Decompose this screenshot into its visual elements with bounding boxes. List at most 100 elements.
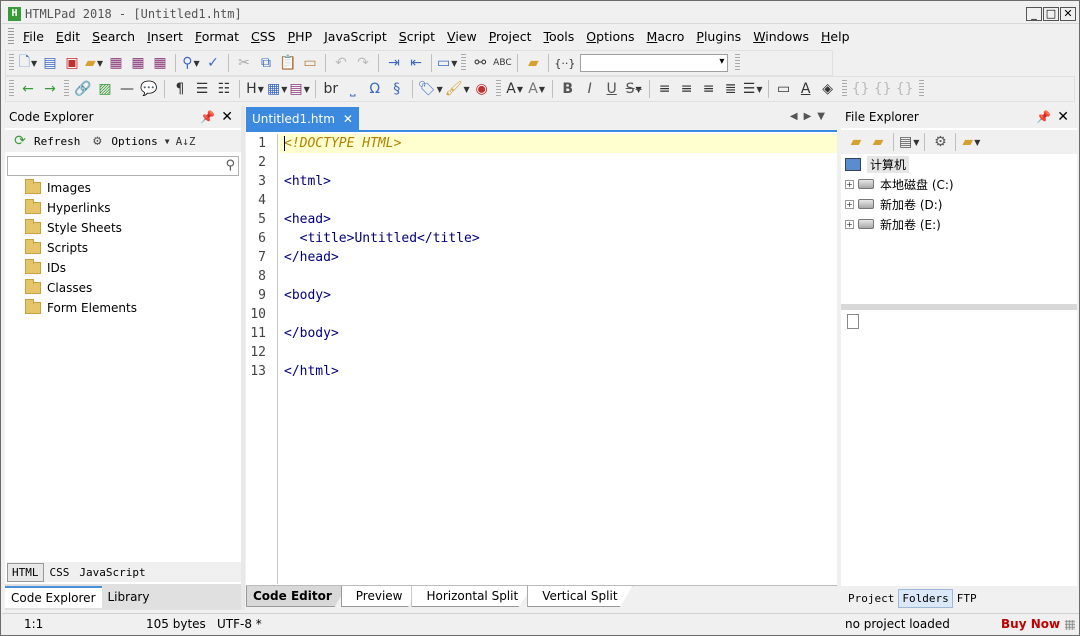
tree-item-ids[interactable]: IDs xyxy=(25,258,137,278)
image-icon[interactable]: ▨ xyxy=(95,78,115,100)
code-line[interactable] xyxy=(279,153,837,172)
window-layout-icon[interactable]: ▭ ▼ xyxy=(437,52,457,74)
tree-item-drive-e[interactable]: + 新加卷 (E:) xyxy=(845,214,1077,234)
align-left-icon[interactable]: ≡ xyxy=(655,78,675,100)
justify-icon[interactable]: ≣ xyxy=(721,78,741,100)
color-picker-icon[interactable]: ◉ xyxy=(472,78,492,100)
comment-icon[interactable]: 💬 xyxy=(139,78,159,100)
menu-file[interactable]: File xyxy=(17,26,50,48)
new-html-icon[interactable]: ▤ xyxy=(40,52,60,74)
code-line[interactable]: <title>Untitled</title> xyxy=(279,229,837,248)
form-icon[interactable]: ▤ ▼ xyxy=(289,78,309,100)
save-icon[interactable]: ▦ xyxy=(106,52,126,74)
menu-script[interactable]: Script xyxy=(393,26,441,48)
strikethrough-icon[interactable]: S ▼ xyxy=(624,78,644,100)
menu-javascript[interactable]: JavaScript xyxy=(318,26,393,48)
spellcheck-icon[interactable]: ✓ xyxy=(203,52,223,74)
toolbar-grip[interactable] xyxy=(918,80,924,98)
bullet-list-icon[interactable]: ☰ xyxy=(192,78,212,100)
chevron-right-icon[interactable]: ▶ xyxy=(804,111,818,122)
code-line[interactable]: </head> xyxy=(279,248,837,267)
code-line[interactable] xyxy=(279,343,837,362)
font-color-icon[interactable]: A xyxy=(796,78,816,100)
menu-search[interactable]: Search xyxy=(86,26,141,48)
menu-plugins[interactable]: Plugins xyxy=(690,26,747,48)
table-icon[interactable]: ▦ ▼ xyxy=(267,78,287,100)
indent-icon[interactable]: ⇥ xyxy=(384,52,404,74)
tab-vertical-split[interactable]: Vertical Split xyxy=(527,586,633,607)
code-line[interactable]: <!DOCTYPE HTML> xyxy=(279,134,837,153)
menu-macro[interactable]: Macro xyxy=(641,26,691,48)
menu-format[interactable]: Format xyxy=(189,26,245,48)
tab-folders[interactable]: Folders xyxy=(898,588,953,608)
font-size-down-icon[interactable]: A ▼ xyxy=(527,78,547,100)
close-icon[interactable]: ✕ xyxy=(1057,106,1069,128)
hyperlink-icon[interactable]: 🔗 xyxy=(73,78,93,100)
new-pdf-icon[interactable]: ▣ xyxy=(62,52,82,74)
tree-item-drive-d[interactable]: + 新加卷 (D:) xyxy=(845,194,1077,214)
tab-html[interactable]: HTML xyxy=(7,562,44,582)
code-line[interactable]: <body> xyxy=(279,286,837,305)
tree-item-form-elements[interactable]: Form Elements xyxy=(25,298,137,318)
menu-grip[interactable] xyxy=(8,28,14,46)
find-in-files-icon[interactable]: ⚯ xyxy=(470,52,490,74)
menu-insert[interactable]: Insert xyxy=(141,26,189,48)
close-window-button[interactable]: ✕ xyxy=(1060,7,1076,21)
tab-untitled1[interactable]: Untitled1.htm ✕ xyxy=(246,107,359,132)
tab-code-explorer[interactable]: Code Explorer xyxy=(5,586,102,608)
tab-ftp[interactable]: FTP xyxy=(954,590,980,607)
menu-css[interactable]: CSS xyxy=(245,26,282,48)
align-center-icon[interactable]: ≡ xyxy=(677,78,697,100)
menu-tools[interactable]: Tools xyxy=(538,26,581,48)
menu-view[interactable]: View xyxy=(441,26,483,48)
browse-folder-icon[interactable]: ▰ xyxy=(523,52,543,74)
maximize-button[interactable]: □ xyxy=(1043,7,1059,21)
close-icon[interactable]: ✕ xyxy=(221,106,233,128)
toolbar-grip[interactable] xyxy=(9,80,14,98)
font-size-up-icon[interactable]: A ▼ xyxy=(505,78,525,100)
spell-abc-icon[interactable]: ABC xyxy=(492,52,512,74)
tree-item-drive-c[interactable]: + 本地磁盘 (C:) xyxy=(845,174,1077,194)
code-line[interactable] xyxy=(279,267,837,286)
new-folder-icon[interactable]: ▰ xyxy=(868,131,888,153)
pin-icon[interactable]: 📌 xyxy=(1036,106,1051,128)
tab-horizontal-split[interactable]: Horizontal Split xyxy=(411,586,534,607)
tab-project[interactable]: Project xyxy=(845,590,897,607)
code-line[interactable]: <html> xyxy=(279,172,837,191)
cut-icon[interactable]: ✂ xyxy=(234,52,254,74)
back-arrow-icon[interactable]: ← xyxy=(18,78,38,100)
refresh-icon[interactable]: ⟳ xyxy=(10,130,30,152)
paint-brush-icon[interactable]: 🖌 ▼ xyxy=(445,78,470,100)
toolbar-grip[interactable] xyxy=(64,80,69,98)
undo-icon[interactable]: ↶ xyxy=(331,52,351,74)
code-line[interactable] xyxy=(279,305,837,324)
tree-item-style-sheets[interactable]: Style Sheets xyxy=(25,218,137,238)
toolbar-grip[interactable] xyxy=(495,80,501,98)
toolbar-grip[interactable] xyxy=(735,54,741,72)
code-line[interactable]: </html> xyxy=(279,362,837,381)
code-line[interactable]: </body> xyxy=(279,324,837,343)
view-mode-icon[interactable]: ▤ ▼ xyxy=(899,131,919,153)
menu-windows[interactable]: Windows xyxy=(747,26,815,48)
menu-php[interactable]: PHP xyxy=(282,26,318,48)
file-explorer-splitter[interactable] xyxy=(841,304,1077,310)
redo-icon[interactable]: ↷ xyxy=(353,52,373,74)
paragraph-icon[interactable]: ¶ xyxy=(170,78,190,100)
find-icon[interactable]: ⚲ ▼ xyxy=(181,52,201,74)
tag-icon[interactable]: 🏷 ▼ xyxy=(418,78,443,100)
tab-preview[interactable]: Preview xyxy=(340,586,418,607)
bold-icon[interactable]: B xyxy=(558,78,578,100)
buy-now-link[interactable]: Buy Now xyxy=(1001,617,1060,631)
outdent-icon[interactable]: ⇤ xyxy=(406,52,426,74)
file-icon[interactable] xyxy=(847,314,859,329)
menu-options[interactable]: Options xyxy=(580,26,640,48)
tab-code-editor[interactable]: Code Editor xyxy=(246,586,347,607)
folder-up-icon[interactable]: ▰ xyxy=(846,131,866,153)
expand-icon[interactable]: + xyxy=(845,219,854,229)
tree-item-images[interactable]: Images xyxy=(25,178,137,198)
chevron-left-icon[interactable]: ◀ xyxy=(790,111,804,122)
code-line[interactable]: <head> xyxy=(279,210,837,229)
expand-icon[interactable]: + xyxy=(845,199,854,209)
toolbar-grip[interactable] xyxy=(461,54,467,72)
open-folder-icon[interactable]: ▰ ▼ xyxy=(84,52,104,74)
